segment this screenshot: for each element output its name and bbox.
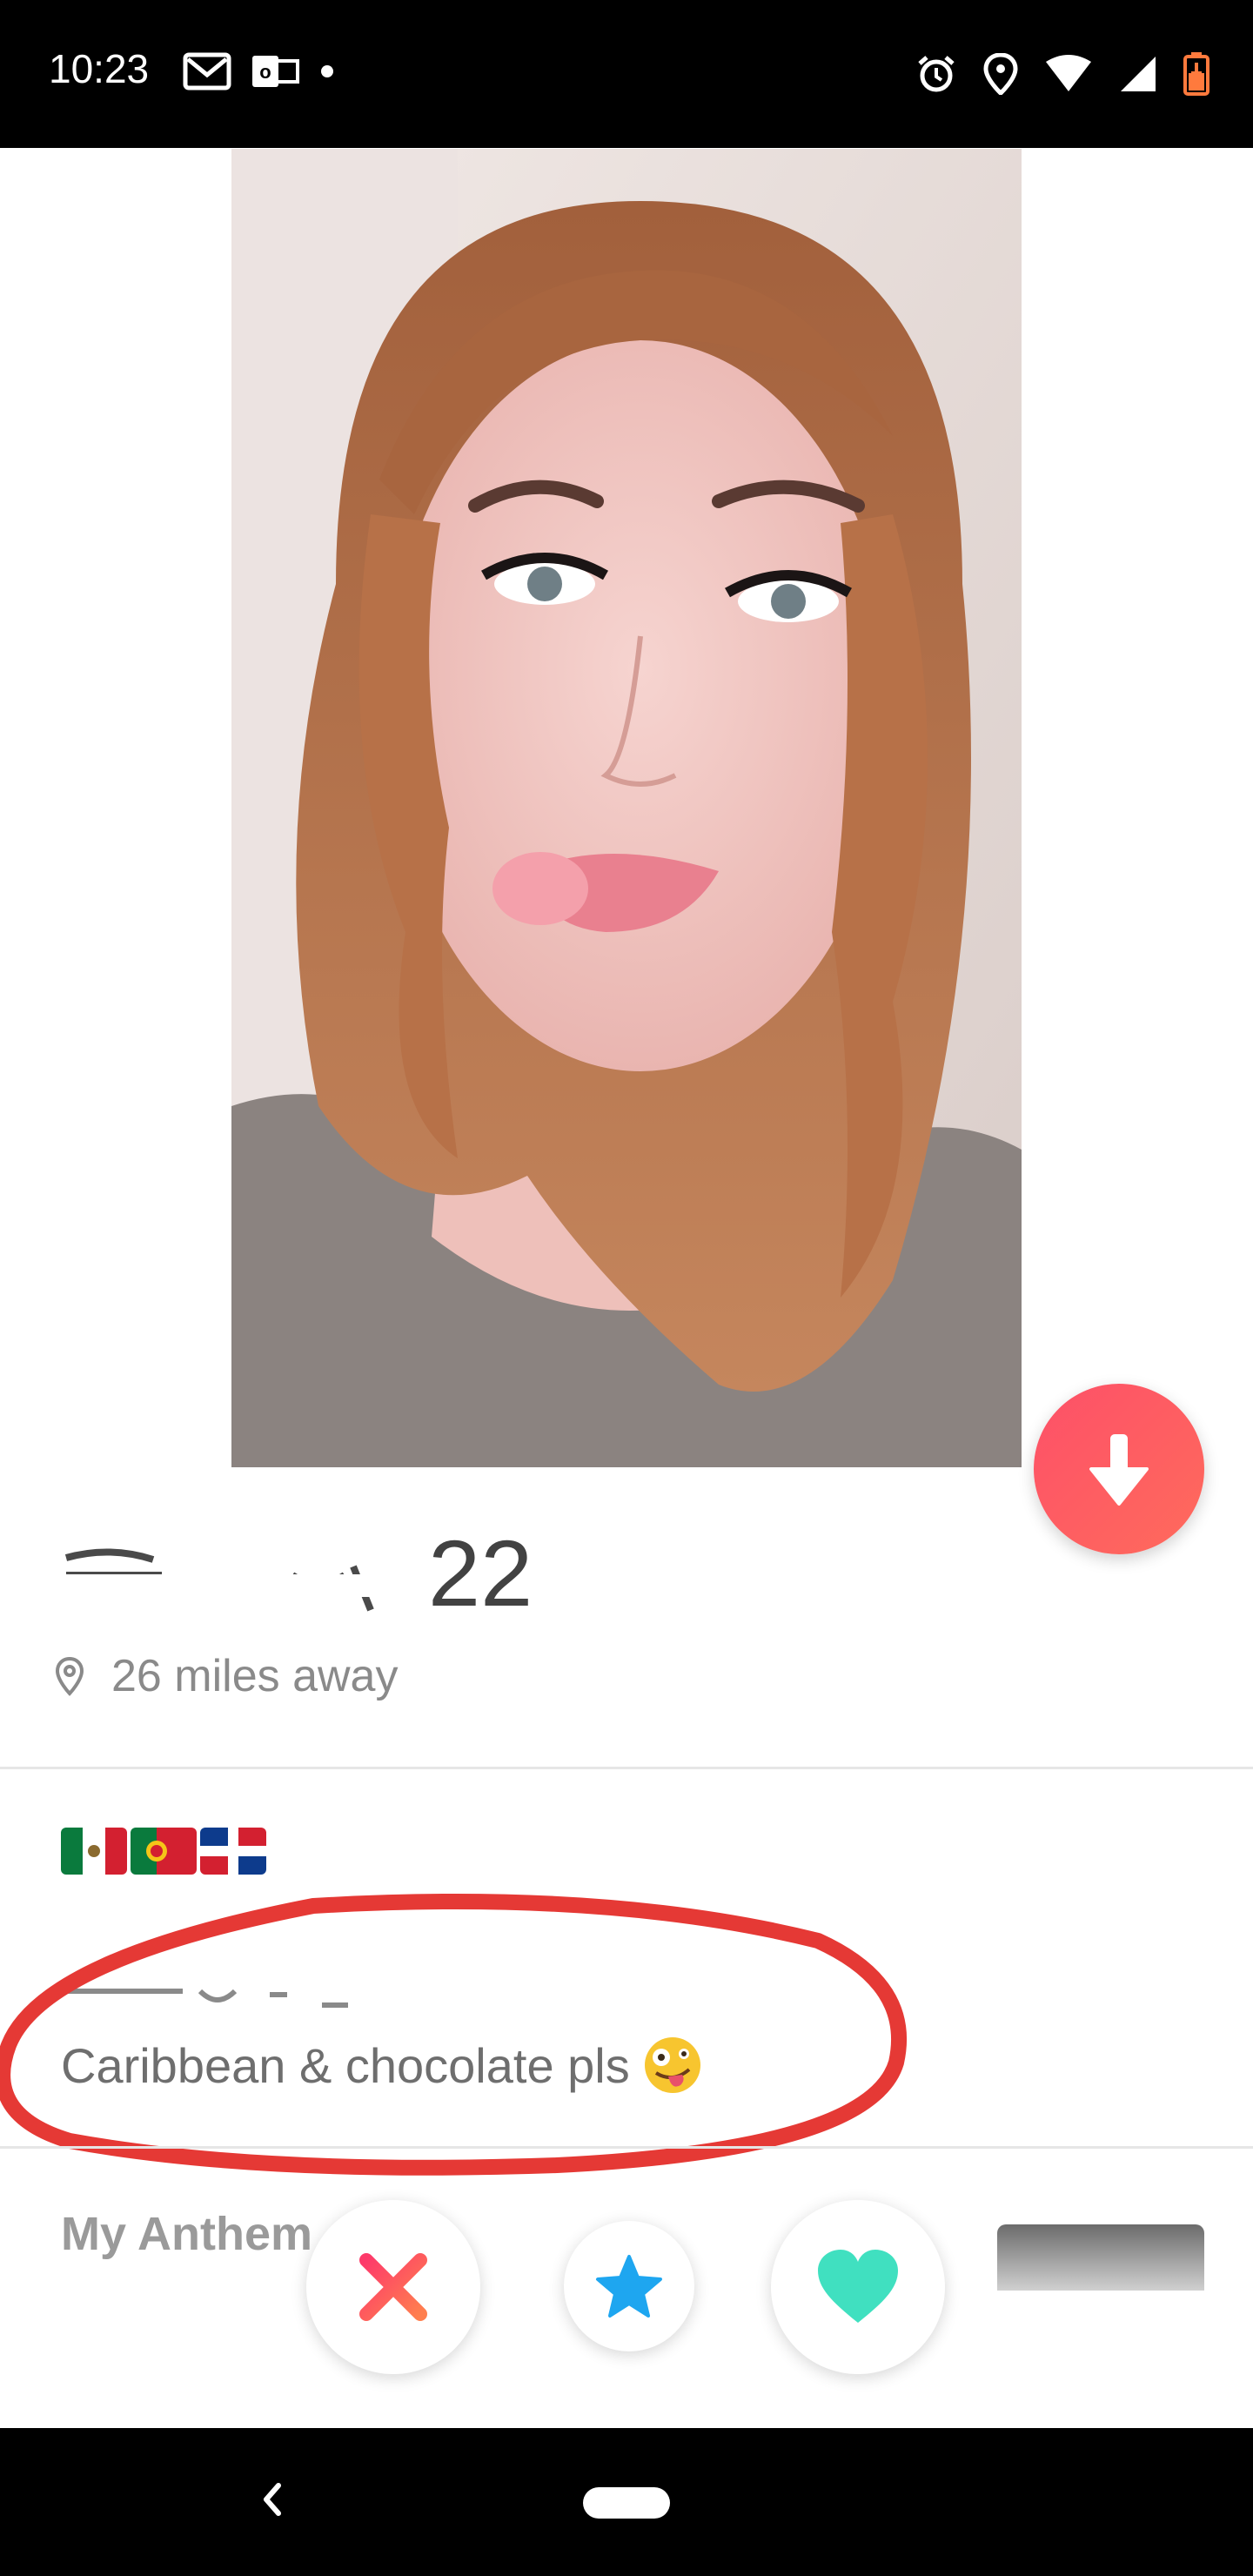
close-icon [359,2253,427,2321]
cell-signal-icon [1121,57,1156,91]
anthem-album-art[interactable] [997,2224,1204,2291]
name-redacted [57,1540,414,1620]
dot-icon [321,65,333,77]
section-divider [0,1767,1253,1769]
flag-dominican-republic [200,1828,266,1875]
distance-text: 26 miles away [111,1651,399,1701]
flags-row [61,1828,1192,1875]
distance-row: 26 miles away [54,1650,398,1702]
like-button[interactable] [771,2200,945,2374]
gmail-icon [183,52,231,91]
anthem-title: My Anthem [61,2208,313,2260]
star-icon [596,2255,662,2318]
heart-icon [818,2250,898,2323]
section-divider-2 [0,2146,1253,2149]
alarm-icon [918,56,955,92]
profile-photo-illustration [231,149,1022,1467]
location-pin-icon [55,1656,84,1696]
flag-portugal [131,1828,197,1875]
red-annotation-circle [0,1894,908,2176]
status-bar: 10:23 o [0,0,1253,148]
system-navigation-bar [0,2428,1253,2576]
home-pill[interactable] [583,2487,670,2519]
profile-photo[interactable] [231,149,1022,1467]
status-time: 10:23 [49,46,150,91]
location-icon [983,53,1018,95]
bio-section [61,1828,1192,1875]
super-like-button[interactable] [564,2221,694,2351]
name-age-row: 22 [57,1525,533,1620]
wifi-icon [1046,55,1091,91]
battery-charging-icon [1183,52,1209,96]
profile-age: 22 [428,1520,533,1626]
nope-button[interactable] [306,2200,480,2374]
back-chevron-icon[interactable] [254,2473,289,2526]
notification-icons: o [183,52,336,91]
system-icons [915,52,1209,96]
svg-text:o: o [259,61,271,83]
collapse-profile-button[interactable] [1034,1384,1204,1554]
outlook-icon: o [252,56,299,87]
flag-mexico [61,1828,127,1875]
arrow-down-icon [1089,1434,1149,1506]
